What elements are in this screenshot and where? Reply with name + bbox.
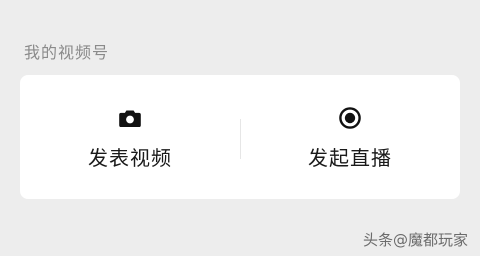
watermark-text: 头条@魔都玩家 bbox=[362, 231, 468, 249]
post-video-button[interactable]: 发表视频 bbox=[20, 75, 240, 199]
camera-icon bbox=[118, 106, 142, 130]
post-video-label: 发表视频 bbox=[88, 146, 172, 170]
live-broadcast-icon bbox=[338, 106, 362, 130]
section-title: 我的视频号 bbox=[24, 43, 110, 62]
video-channel-card: 发表视频 发起直播 bbox=[20, 75, 460, 199]
start-live-button[interactable]: 发起直播 bbox=[240, 75, 460, 199]
start-live-label: 发起直播 bbox=[308, 146, 392, 170]
